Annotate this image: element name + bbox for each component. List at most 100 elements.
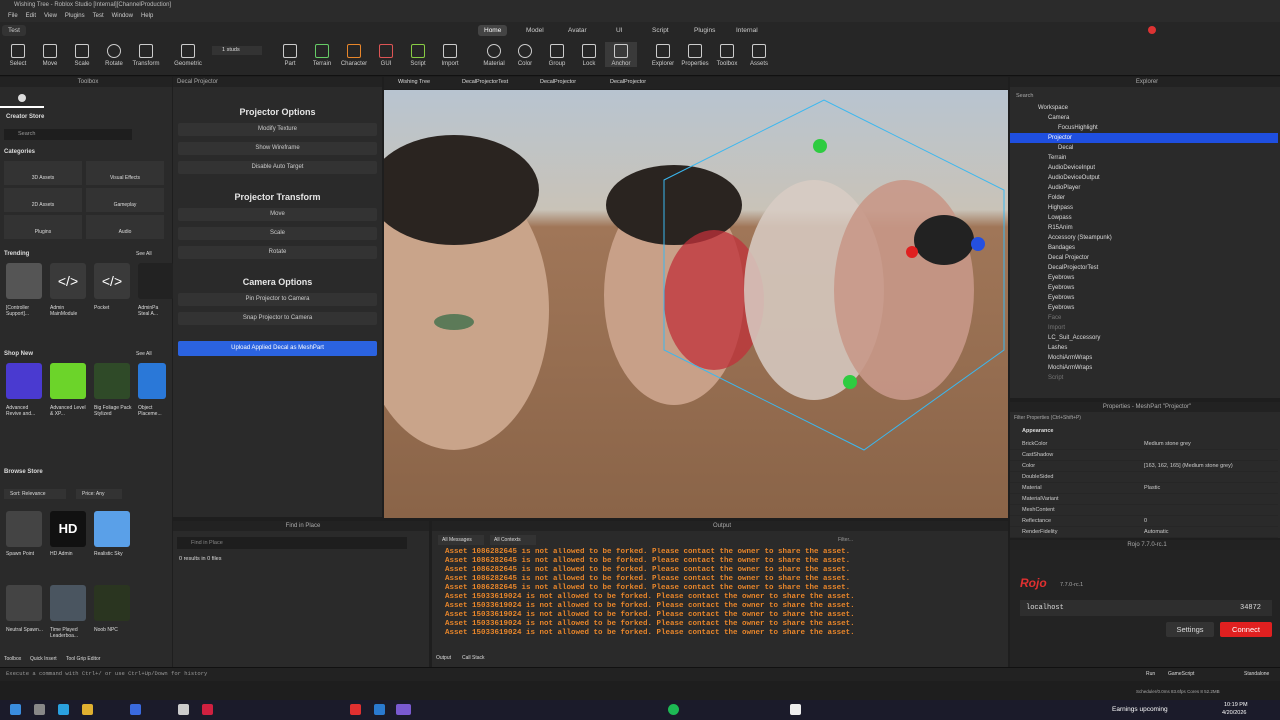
tree-item[interactable]: Camera bbox=[1010, 113, 1278, 123]
tree-item[interactable]: Folder bbox=[1010, 193, 1278, 203]
geometric-tool[interactable]: Geometric bbox=[172, 42, 204, 67]
spotify-icon[interactable] bbox=[668, 704, 679, 715]
show-wireframe-button[interactable]: Show Wireframe bbox=[178, 142, 377, 155]
category-plugins[interactable]: Plugins bbox=[4, 215, 82, 239]
move-button[interactable]: Move bbox=[178, 208, 377, 221]
category-audio[interactable]: Audio bbox=[86, 215, 164, 239]
output-filter-input[interactable]: Filter... bbox=[834, 535, 974, 545]
menu-window[interactable]: Window bbox=[112, 11, 133, 22]
viewport-tab[interactable]: Wishing Tree bbox=[398, 79, 430, 85]
tab-internal[interactable]: Internal bbox=[730, 25, 764, 36]
stud-increment[interactable]: 1 studs bbox=[212, 46, 262, 55]
material-tool[interactable]: Material bbox=[478, 42, 510, 67]
shop-see-all[interactable]: See All bbox=[136, 351, 152, 357]
rojo-host-input[interactable]: localhost bbox=[1020, 600, 1272, 616]
part-tool[interactable]: Part bbox=[274, 42, 306, 67]
menu-help[interactable]: Help bbox=[141, 11, 153, 22]
property-row[interactable]: MaterialVariant bbox=[1010, 494, 1278, 505]
tab-ui[interactable]: UI bbox=[610, 25, 629, 36]
character-tool[interactable]: Character bbox=[338, 42, 370, 67]
scale-button[interactable]: Scale bbox=[178, 227, 377, 240]
tree-item[interactable]: LC_Suit_Accessory bbox=[1010, 333, 1278, 343]
group-tool[interactable]: Group bbox=[541, 42, 573, 67]
app-icon[interactable] bbox=[178, 704, 189, 715]
anchor-tool[interactable]: Anchor bbox=[605, 42, 637, 67]
tree-item[interactable]: MochiArmWraps bbox=[1010, 353, 1278, 363]
menu-test[interactable]: Test bbox=[93, 11, 104, 22]
context-filter-dropdown[interactable]: All Contexts bbox=[490, 535, 536, 545]
property-row[interactable]: Reflectance 0 bbox=[1010, 516, 1278, 527]
tab-avatar[interactable]: Avatar bbox=[562, 25, 593, 36]
toolbox-search-input[interactable]: Search bbox=[4, 129, 132, 140]
trending-thumb[interactable] bbox=[138, 263, 174, 299]
windows-start-icon[interactable] bbox=[10, 704, 21, 715]
browse-thumb[interactable] bbox=[6, 511, 42, 547]
vscode-icon[interactable] bbox=[374, 704, 385, 715]
tool-grip-tab[interactable]: Tool Grip Editor bbox=[66, 656, 100, 662]
code-icon[interactable]: </> bbox=[94, 263, 130, 299]
shop-thumb[interactable] bbox=[50, 363, 86, 399]
marketplace-icon[interactable] bbox=[18, 94, 26, 102]
rojo-connect-button[interactable]: Connect bbox=[1220, 622, 1272, 637]
viewport-tab[interactable]: DecalProjector bbox=[610, 79, 646, 85]
tree-item[interactable]: Accessory (Steampunk) bbox=[1010, 233, 1278, 243]
select-tool[interactable]: Select bbox=[2, 42, 34, 67]
viewport-tab[interactable]: DecalProjector bbox=[540, 79, 576, 85]
properties-filter-input[interactable]: Filter Properties (Ctrl+Shift+P) bbox=[1014, 415, 1081, 421]
code-icon[interactable]: </> bbox=[50, 263, 86, 299]
scale-tool[interactable]: Scale bbox=[66, 42, 98, 67]
gui-tool[interactable]: GUI bbox=[370, 42, 402, 67]
browse-thumb[interactable] bbox=[6, 585, 42, 621]
quick-insert-tab[interactable]: Quick Insert bbox=[30, 656, 57, 662]
browse-thumb[interactable] bbox=[94, 585, 130, 621]
app-icon[interactable] bbox=[202, 704, 213, 715]
output-tab[interactable]: Output bbox=[436, 655, 451, 661]
rotate-button[interactable]: Rotate bbox=[178, 246, 377, 259]
3d-viewport[interactable] bbox=[384, 90, 1008, 518]
decal-projector-tab[interactable]: Decal Projector bbox=[173, 77, 382, 87]
properties-tool[interactable]: Properties bbox=[679, 42, 711, 67]
search-icon[interactable] bbox=[34, 704, 45, 715]
message-filter-dropdown[interactable]: All Messages bbox=[438, 535, 484, 545]
property-row[interactable]: DoubleSided bbox=[1010, 472, 1278, 483]
tree-item-selected[interactable]: Projector bbox=[1010, 133, 1278, 143]
tree-item[interactable]: Eyebrows bbox=[1010, 283, 1278, 293]
tree-item[interactable]: DecalProjectorTest bbox=[1010, 263, 1278, 273]
menu-view[interactable]: View bbox=[44, 11, 57, 22]
tree-item[interactable]: Script bbox=[1010, 373, 1278, 383]
property-row[interactable]: RenderFidelity Automatic bbox=[1010, 527, 1278, 538]
shop-thumb[interactable] bbox=[94, 363, 130, 399]
tree-item[interactable]: AudioPlayer bbox=[1010, 183, 1278, 193]
appearance-group[interactable]: Appearance bbox=[1022, 428, 1054, 434]
rotate-tool[interactable]: Rotate bbox=[98, 42, 130, 67]
tree-item[interactable]: Terrain bbox=[1010, 153, 1278, 163]
test-dropdown[interactable]: Test bbox=[2, 25, 26, 36]
browse-thumb[interactable] bbox=[50, 585, 86, 621]
command-input[interactable]: Execute a command with Ctrl+/ or use Ctr… bbox=[6, 670, 207, 677]
roblox-studio-icon[interactable] bbox=[790, 704, 801, 715]
property-row[interactable]: CastShadow bbox=[1010, 450, 1278, 461]
chrome-icon[interactable] bbox=[350, 704, 361, 715]
tree-item[interactable]: FocusHighlight bbox=[1010, 123, 1278, 133]
import-tool[interactable]: Import bbox=[434, 42, 466, 67]
browse-thumb[interactable] bbox=[94, 511, 130, 547]
category-gameplay[interactable]: Gameplay bbox=[86, 188, 164, 212]
tree-item[interactable]: AudioDeviceInput bbox=[1010, 163, 1278, 173]
category-2d-assets[interactable]: 2D Assets bbox=[4, 188, 82, 212]
news-widget[interactable]: Earnings upcoming bbox=[1112, 706, 1168, 713]
folder-icon[interactable] bbox=[82, 704, 93, 715]
tree-item[interactable]: Decal bbox=[1010, 143, 1278, 153]
lock-tool[interactable]: Lock bbox=[573, 42, 605, 67]
viewport-tab[interactable]: DecalProjectorTest bbox=[462, 79, 508, 85]
price-dropdown[interactable]: Price: Any bbox=[76, 489, 122, 499]
tree-item[interactable]: Import bbox=[1010, 323, 1278, 333]
call-stack-tab[interactable]: Call Stack bbox=[462, 655, 485, 661]
trending-see-all[interactable]: See All bbox=[136, 251, 152, 257]
snap-projector-button[interactable]: Snap Projector to Camera bbox=[178, 312, 377, 325]
find-input[interactable]: Find in Place bbox=[177, 537, 407, 549]
rojo-settings-button[interactable]: Settings bbox=[1166, 622, 1214, 637]
tree-item[interactable]: Decal Projector bbox=[1010, 253, 1278, 263]
sort-dropdown[interactable]: Sort: Relevance bbox=[4, 489, 66, 499]
tree-item[interactable]: Bandages bbox=[1010, 243, 1278, 253]
app-icon-active[interactable] bbox=[396, 704, 411, 715]
